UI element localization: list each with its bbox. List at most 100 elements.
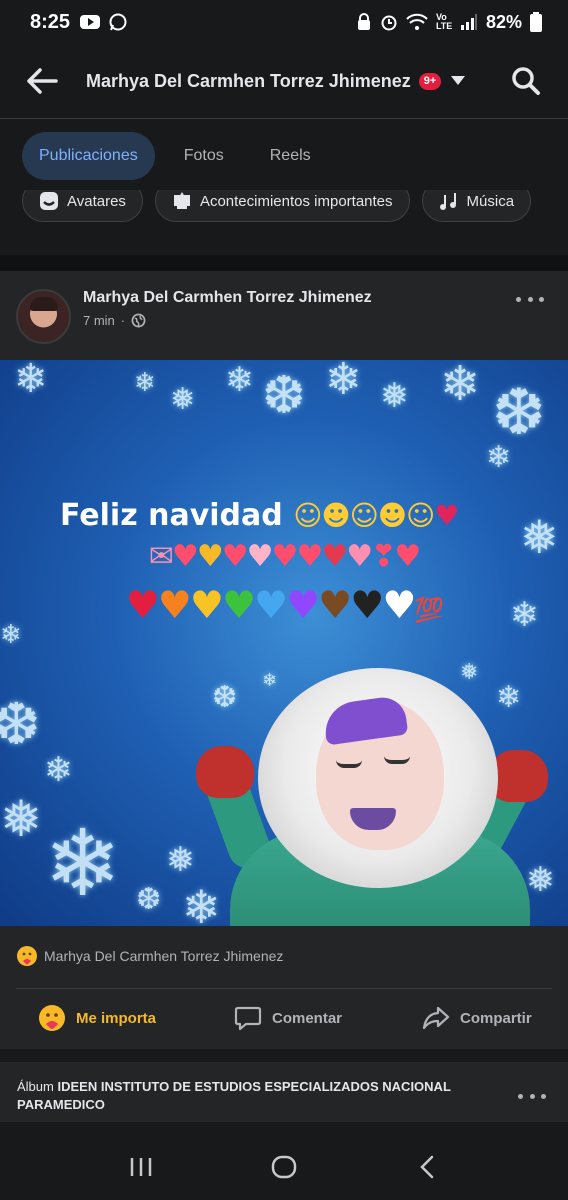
snowflake-icon: ❆	[136, 882, 162, 917]
snowflake-icon: ❄	[44, 750, 73, 790]
network-type: Vo LTE	[435, 12, 453, 31]
illustration-eye-left	[336, 760, 362, 768]
chip-musica[interactable]: Música	[421, 190, 532, 222]
snowflake-icon: ❆	[492, 376, 546, 450]
heart-emoji-row-1: ✉♥♥♥♥♥♥♥♥❣♥	[148, 539, 421, 574]
album-header[interactable]: Álbum IDEEN INSTITUTO DE ESTUDIOS ESPECI…	[17, 1078, 487, 1114]
snowflake-icon: ❆	[212, 680, 238, 715]
chevron-down-icon[interactable]	[451, 76, 466, 86]
tab-fotos[interactable]: Fotos	[167, 132, 241, 180]
like-label: Me importa	[76, 1009, 157, 1027]
snowflake-icon: ❄	[225, 360, 254, 400]
section-gap	[0, 223, 568, 255]
reaction-summary[interactable]: Marhya Del Carmhen Torrez Jhimenez	[16, 945, 283, 967]
youtube-icon	[80, 15, 101, 29]
post-card: Marhya Del Carmhen Torrez Jhimenez 7 min…	[0, 271, 568, 1049]
app-header: Marhya Del Carmhen Torrez Jhimenez 9+	[0, 44, 568, 118]
chip-label: Acontecimientos importantes	[199, 192, 393, 210]
greeting-text: Feliz navidad ☺☻☺☻☺♥	[60, 498, 459, 533]
snowflake-icon: ❅	[460, 660, 479, 685]
post-header: Marhya Del Carmhen Torrez Jhimenez 7 min…	[0, 271, 568, 359]
filter-chips: Avatares Acontecimientos importantes Mús…	[0, 190, 568, 223]
signal-icon	[460, 14, 477, 30]
comment-label: Comentar	[272, 1009, 343, 1027]
snowflake-icon: ❅	[166, 840, 195, 880]
snowflake-icon: ❄	[0, 620, 22, 650]
emoji-sequence: ☺☻☺☻☺♥	[293, 499, 459, 532]
post-time[interactable]: 7 min	[83, 313, 115, 328]
album-prefix: Álbum	[17, 1079, 54, 1094]
globe-icon	[131, 313, 146, 328]
share-label: Compartir	[460, 1009, 532, 1027]
meta-separator: ·	[120, 313, 126, 328]
snowflake-icon: ❅	[526, 860, 555, 900]
illustration-mitten-left	[196, 746, 254, 798]
like-button[interactable]: Me importa	[38, 1004, 156, 1032]
wifi-icon	[406, 13, 428, 30]
snowflake-icon: ❅	[0, 790, 42, 848]
post-author[interactable]: Marhya Del Carmhen Torrez Jhimenez	[83, 289, 372, 307]
heart-emoji-row-2: ♥♥♥♥♥♥♥♥♥💯	[125, 583, 445, 627]
next-post-card: Álbum IDEEN INSTITUTO DE ESTUDIOS ESPECI…	[0, 1062, 568, 1122]
avatar[interactable]	[16, 289, 71, 344]
whatsapp-icon	[109, 13, 127, 31]
snowflake-icon: ❄	[325, 360, 362, 405]
album-name[interactable]: IDEEN INSTITUTO DE ESTUDIOS ESPECIALIZAD…	[17, 1079, 451, 1112]
alarm-icon	[381, 15, 397, 31]
post-actions: Me importa Comentar Compartir	[0, 989, 568, 1047]
search-button[interactable]	[504, 59, 548, 103]
comment-icon	[234, 1006, 262, 1031]
status-bar: 8:25 Vo LTE 82%	[0, 0, 568, 44]
snowflake-icon: ❄	[486, 440, 512, 475]
arrow-left-icon	[27, 68, 58, 94]
battery-icon	[530, 12, 542, 32]
snowflake-icon: ❄	[440, 360, 481, 412]
recent-apps-icon	[131, 1158, 152, 1176]
comment-button[interactable]: Comentar	[234, 1004, 342, 1032]
music-icon	[439, 193, 456, 210]
feed-separator	[0, 255, 568, 271]
snowflake-icon: ❄	[496, 680, 522, 715]
snowflake-icon: ❆	[0, 690, 41, 758]
notification-badge: 9+	[418, 72, 442, 90]
reaction-names: Marhya Del Carmhen Torrez Jhimenez	[44, 948, 284, 964]
post-meta: 7 min ·	[83, 313, 146, 328]
snowflake-icon: ❅	[170, 382, 196, 417]
search-icon	[512, 67, 540, 95]
back-button[interactable]	[20, 59, 64, 103]
chip-label: Avatares	[67, 192, 126, 210]
snowflake-icon: ❄	[44, 810, 122, 917]
greeting-label: Feliz navidad	[60, 498, 283, 533]
avatar-icon	[40, 192, 58, 210]
recent-apps-button[interactable]	[121, 1147, 161, 1187]
snowflake-icon: ❄	[262, 670, 278, 691]
battery-level: 82%	[485, 11, 522, 32]
snowflake-icon: ❄	[14, 360, 48, 402]
status-time: 8:25	[30, 10, 71, 33]
post-more-button[interactable]	[516, 289, 544, 309]
lock-icon	[357, 13, 370, 30]
tab-reels[interactable]: Reels	[253, 132, 328, 180]
snowflake-icon: ❅	[380, 376, 409, 416]
chip-acontecimientos[interactable]: Acontecimientos importantes	[154, 190, 410, 222]
back-nav-button[interactable]	[407, 1147, 447, 1187]
snowflake-icon: ❆	[262, 366, 306, 426]
page-title[interactable]: Marhya Del Carmhen Torrez Jhimenez	[86, 71, 411, 92]
care-reaction-icon	[39, 1005, 65, 1031]
system-nav-bar	[0, 1134, 568, 1200]
header-divider	[0, 118, 568, 119]
next-post-more-button[interactable]	[518, 1086, 546, 1106]
profile-tabs: Publicaciones Fotos Reels	[0, 131, 568, 181]
snowflake-icon: ❄	[182, 880, 221, 926]
illustration-eye-right	[384, 756, 410, 764]
chevron-left-icon	[419, 1155, 433, 1179]
post-image[interactable]: ❄ ❄ ❅ ❄ ❆ ❄ ❅ ❄ ❆ ❄ ❅ ❄ ❆ ❄ ❅ ❄ ❆ ❅ ❄ ❆ …	[0, 360, 568, 926]
tab-publicaciones[interactable]: Publicaciones	[22, 132, 155, 180]
share-icon	[422, 1006, 450, 1030]
snowflake-icon: ❄	[134, 368, 156, 398]
milestone-icon	[173, 192, 190, 209]
chip-avatares[interactable]: Avatares	[22, 190, 143, 222]
share-button[interactable]: Compartir	[422, 1004, 532, 1032]
care-reaction-icon	[17, 946, 37, 966]
home-button[interactable]	[264, 1147, 304, 1187]
